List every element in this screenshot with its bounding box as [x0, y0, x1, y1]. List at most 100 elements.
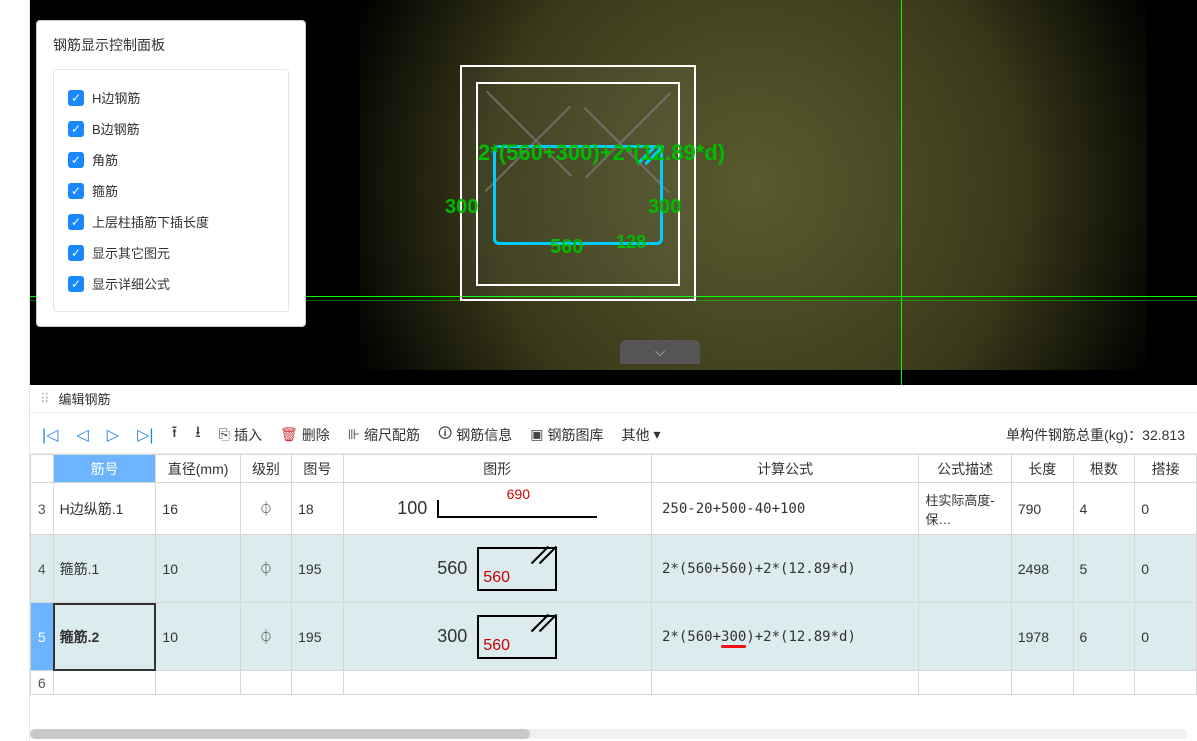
col-len[interactable]: 长度: [1011, 455, 1073, 483]
col-grade[interactable]: 级别: [240, 455, 291, 483]
formula-pre: 2*(560+: [662, 629, 721, 645]
cell-dia[interactable]: 10: [156, 535, 240, 603]
delete-button[interactable]: 🗑 删除: [280, 425, 330, 445]
cell-fig[interactable]: 18: [292, 483, 343, 535]
row-idx[interactable]: 3: [31, 483, 54, 535]
cell-empty[interactable]: [1011, 671, 1073, 695]
cell-grade[interactable]: ⏀: [240, 535, 291, 603]
table-row-empty[interactable]: 6: [31, 671, 1197, 695]
cell-grade[interactable]: ⏀: [240, 603, 291, 671]
cell-name[interactable]: H边纵筋.1: [53, 483, 156, 535]
cell-desc[interactable]: [919, 535, 1012, 603]
nav-last-icon[interactable]: ▷|: [137, 425, 153, 445]
horizontal-scrollbar[interactable]: [30, 729, 1187, 739]
cell-formula[interactable]: 2*(560+560)+2*(12.89*d): [652, 535, 919, 603]
rebar-display-panel[interactable]: 钢筋显示控制面板 ✓ H边钢筋 ✓ B边钢筋 ✓ 角筋 ✓ 箍筋 ✓ 上层柱插筋…: [36, 20, 306, 327]
grip-icon[interactable]: ⠿: [40, 391, 51, 407]
table-row[interactable]: 4 箍筋.1 10 ⏀ 195 560 560 2*(560+560)+2*: [31, 535, 1197, 603]
cell-lap[interactable]: 0: [1135, 603, 1197, 671]
panel-title: 钢筋显示控制面板: [53, 35, 289, 55]
col-qty[interactable]: 根数: [1073, 455, 1135, 483]
checkbox-b-side[interactable]: ✓ B边钢筋: [68, 113, 274, 144]
row-idx[interactable]: 4: [31, 535, 54, 603]
col-formula[interactable]: 计算公式: [652, 455, 919, 483]
scale-button[interactable]: ⊪ 缩尺配筋: [348, 425, 420, 445]
insert-button[interactable]: ⎘ 插入: [219, 425, 262, 445]
library-label: 钢筋图库: [547, 425, 603, 445]
cell-shape[interactable]: 560 560: [343, 535, 651, 603]
scale-icon: ⊪: [348, 426, 360, 443]
cell-name[interactable]: 箍筋.1: [53, 535, 156, 603]
cell-empty[interactable]: [156, 671, 240, 695]
cell-qty[interactable]: 5: [1073, 535, 1135, 603]
cell-empty[interactable]: [240, 671, 291, 695]
col-desc[interactable]: 公式描述: [919, 455, 1012, 483]
cell-qty[interactable]: 4: [1073, 483, 1135, 535]
nav-next-icon[interactable]: ▷: [107, 425, 119, 445]
checkbox-show-formula[interactable]: ✓ 显示详细公式: [68, 268, 274, 299]
info-button[interactable]: 🛈 钢筋信息: [438, 423, 512, 447]
col-shape[interactable]: 图形: [343, 455, 651, 483]
cell-qty[interactable]: 6: [1073, 603, 1135, 671]
shape-inner-value: 560: [483, 569, 510, 587]
info-icon: 🛈: [438, 423, 452, 447]
viewport-collapse-handle[interactable]: ⌵: [620, 340, 700, 364]
cell-fig[interactable]: 195: [292, 535, 343, 603]
formula-highlight: 300: [721, 629, 746, 645]
nav-first-icon[interactable]: |◁: [42, 425, 58, 445]
shape-inner-value: 560: [483, 637, 510, 655]
cell-len[interactable]: 2498: [1011, 535, 1073, 603]
checkbox-h-side[interactable]: ✓ H边钢筋: [68, 82, 274, 113]
import-down-icon[interactable]: ⭳: [195, 421, 201, 448]
cell-grade[interactable]: ⏀: [240, 483, 291, 535]
checkbox-label: 显示详细公式: [92, 274, 170, 293]
col-fig[interactable]: 图号: [292, 455, 343, 483]
cell-len[interactable]: 1978: [1011, 603, 1073, 671]
table-row-selected[interactable]: 5 箍筋.2 10 ⏀ 195 300 560 2*(: [31, 603, 1197, 671]
cell-lap[interactable]: 0: [1135, 483, 1197, 535]
cell-empty[interactable]: [53, 671, 156, 695]
shape-outer-value: 100: [397, 498, 427, 519]
cell-dia[interactable]: 16: [156, 483, 240, 535]
col-idx[interactable]: [31, 455, 54, 483]
checkbox-stirrup[interactable]: ✓ 箍筋: [68, 175, 274, 206]
cell-empty[interactable]: [1135, 671, 1197, 695]
row-idx[interactable]: 6: [31, 671, 54, 695]
axis-v: [901, 0, 902, 385]
cell-dia[interactable]: 10: [156, 603, 240, 671]
formula-post: )+2*(12.89*d): [746, 629, 856, 645]
cell-lap[interactable]: 0: [1135, 535, 1197, 603]
cell-empty[interactable]: [343, 671, 651, 695]
cell-shape[interactable]: 300 560: [343, 603, 651, 671]
cell-empty[interactable]: [652, 671, 919, 695]
cell-formula[interactable]: 250-20+500-40+100: [652, 483, 919, 535]
cell-formula[interactable]: 2*(560+300)+2*(12.89*d): [652, 603, 919, 671]
cell-empty[interactable]: [292, 671, 343, 695]
col-lap[interactable]: 搭接: [1135, 455, 1197, 483]
col-dia[interactable]: 直径(mm): [156, 455, 240, 483]
export-up-icon[interactable]: ⭱: [172, 421, 178, 448]
insert-label: 插入: [234, 425, 262, 445]
cell-desc[interactable]: 柱实际高度-保…: [919, 483, 1012, 535]
rebar-table-wrap[interactable]: 筋号 直径(mm) 级别 图号 图形 计算公式 公式描述 长度 根数 搭接 3 …: [30, 454, 1197, 731]
cell-empty[interactable]: [919, 671, 1012, 695]
cell-fig[interactable]: 195: [292, 603, 343, 671]
checkbox-show-other[interactable]: ✓ 显示其它图元: [68, 237, 274, 268]
cell-name[interactable]: 箍筋.2: [53, 603, 156, 671]
cell-shape[interactable]: 100 690: [343, 483, 651, 535]
cell-desc[interactable]: [919, 603, 1012, 671]
table-row[interactable]: 3 H边纵筋.1 16 ⏀ 18 100 690 250-20+500-40+1…: [31, 483, 1197, 535]
nav-prev-icon[interactable]: ◁: [76, 425, 88, 445]
scrollbar-thumb[interactable]: [30, 729, 530, 739]
col-name[interactable]: 筋号: [53, 455, 156, 483]
check-icon: ✓: [68, 183, 84, 199]
checkbox-corner[interactable]: ✓ 角筋: [68, 144, 274, 175]
library-button[interactable]: ▣ 钢筋图库: [530, 425, 603, 445]
other-dropdown[interactable]: 其他 ▾: [621, 425, 660, 445]
shape-outer-value: 300: [437, 626, 467, 647]
checkbox-upper-insert[interactable]: ✓ 上层柱插筋下插长度: [68, 206, 274, 237]
row-idx[interactable]: 5: [31, 603, 54, 671]
cell-empty[interactable]: [1073, 671, 1135, 695]
dim-300-right: 300: [648, 196, 681, 219]
cell-len[interactable]: 790: [1011, 483, 1073, 535]
